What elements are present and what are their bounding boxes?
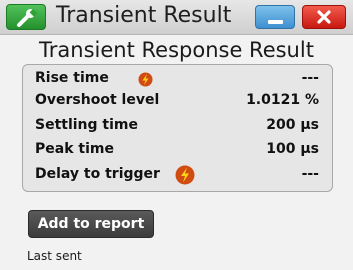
result-value: ---: [301, 70, 319, 86]
result-label: Delay to trigger: [35, 166, 160, 182]
result-value: 100 µs: [266, 141, 319, 157]
result-label: Peak time: [35, 141, 114, 157]
app-menu-button[interactable]: [6, 4, 46, 30]
result-row-settling-time: Settling time 200 µs: [35, 117, 319, 137]
result-value: 200 µs: [266, 117, 319, 133]
last-sent-label: Last sent: [27, 249, 82, 263]
result-row-rise-time: Rise time ---: [35, 70, 319, 90]
title-bar[interactable]: Transient Result: [0, 0, 353, 35]
result-label: Overshoot level: [35, 92, 160, 108]
page-title: Transient Response Result: [39, 38, 314, 62]
result-row-delay-to-trigger: Delay to trigger ---: [35, 165, 319, 189]
minimize-button[interactable]: [255, 5, 295, 29]
result-label: Settling time: [35, 117, 138, 133]
close-button[interactable]: [302, 5, 346, 29]
add-to-report-button[interactable]: Add to report: [28, 210, 154, 238]
wrench-icon: [17, 8, 38, 27]
result-value: 1.0121 %: [246, 92, 319, 108]
result-label: Rise time: [35, 70, 109, 86]
minimize-icon: [268, 20, 283, 24]
result-row-overshoot-level: Overshoot level 1.0121 %: [35, 92, 319, 112]
result-row-peak-time: Peak time 100 µs: [35, 141, 319, 161]
window-title: Transient Result: [56, 3, 232, 28]
lightning-warning-icon: [175, 165, 195, 189]
results-panel: Rise time --- Overshoot level 1.0121 % S…: [22, 64, 333, 192]
transient-result-window: Transient Result Transient Response Resu…: [0, 0, 353, 270]
close-icon: [317, 10, 331, 24]
result-value: ---: [301, 166, 319, 182]
lightning-warning-icon: [138, 72, 153, 91]
